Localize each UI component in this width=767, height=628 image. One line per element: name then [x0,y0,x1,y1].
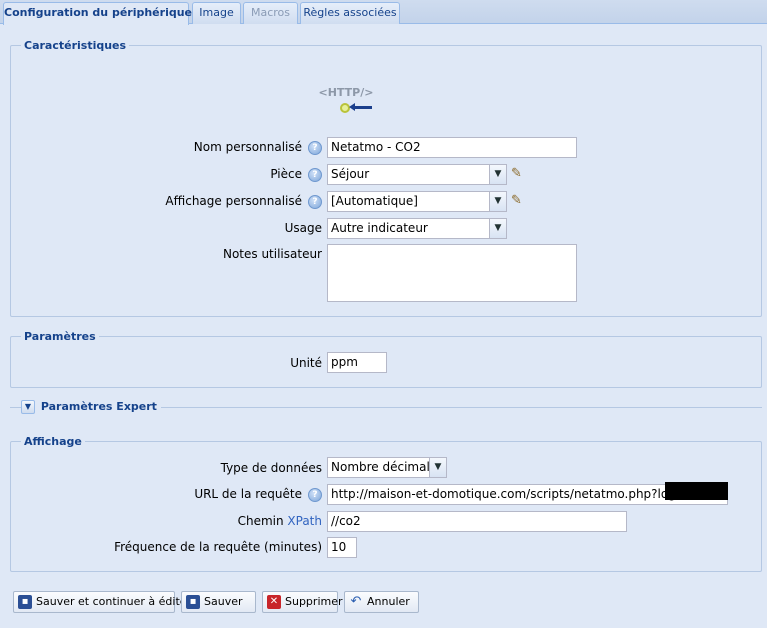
piece-select[interactable]: Séjour ▼ [327,164,507,185]
nom-input[interactable]: Netatmo - CO2 [327,137,577,158]
http-device-icon: <HTTP/> [318,86,374,116]
piece-select-value: Séjour [331,167,370,181]
affichage-legend: Affichage [21,435,85,448]
cancel-label: Annuler [367,595,410,608]
floppy-disk-icon: ▪ [18,595,32,609]
nom-label: Nom personnalisé [193,140,302,154]
save-continue-label: Sauver et continuer à éditer [36,595,192,608]
type-donnees-select[interactable]: Nombre décimal ▼ [327,457,447,478]
tab-configuration[interactable]: Configuration du périphérique [3,2,192,25]
cancel-button[interactable]: ↶ Annuler [344,591,419,613]
expand-icon[interactable]: ▼ [21,400,35,414]
help-icon[interactable]: ? [308,168,322,182]
parametres-legend: Paramètres [21,330,99,343]
url-label: URL de la requête [194,487,302,501]
pencil-icon[interactable]: ✎ [511,193,527,209]
notes-label: Notes utilisateur [222,247,322,261]
affichage-perso-label: Affichage personnalisé [165,194,302,208]
expert-toggle[interactable]: ▼ Paramètres Expert [21,400,161,415]
chevron-down-icon[interactable]: ▼ [429,458,446,477]
usage-select[interactable]: Autre indicateur ▼ [327,218,507,239]
caracteristiques-legend: Caractéristiques [21,39,130,52]
affichage-perso-value: [Automatique] [331,194,418,208]
arrow-left-icon [352,106,372,109]
floppy-disk-icon: ▪ [186,595,200,609]
xpath-link[interactable]: XPath [287,514,322,528]
tab-macros: Macros [243,2,298,24]
delete-label: Supprimer [285,595,343,608]
unite-input[interactable]: ppm [327,352,387,373]
arrow-head [349,103,355,111]
chemin-label-row: Chemin XPath [0,514,322,528]
notes-textarea[interactable] [327,244,577,302]
tab-image[interactable]: Image [192,2,241,24]
type-donnees-label: Type de données [220,461,322,475]
tab-regles-associees[interactable]: Règles associées [300,2,400,24]
usage-select-value: Autre indicateur [331,221,428,235]
save-label: Sauver [204,595,243,608]
chevron-down-icon[interactable]: ▼ [489,219,506,238]
help-icon[interactable]: ? [308,141,322,155]
save-continue-button[interactable]: ▪ Sauver et continuer à éditer [13,591,191,613]
save-button[interactable]: ▪ Sauver [181,591,256,613]
piece-label: Pièce [270,167,302,181]
http-icon-label: <HTTP/> [318,86,374,99]
chevron-down-icon[interactable]: ▼ [489,192,506,211]
frequence-label: Fréquence de la requête (minutes) [114,540,322,554]
usage-label: Usage [284,221,322,235]
frequence-input[interactable]: 10 [327,537,357,558]
undo-arrow-icon: ↶ [350,594,362,609]
affichage-perso-select[interactable]: [Automatique] ▼ [327,191,507,212]
delete-x-icon: ✕ [267,595,281,609]
tab-bar: Configuration du périphérique Image Macr… [0,0,767,25]
help-icon[interactable]: ? [308,488,322,502]
delete-button[interactable]: ✕ Supprimer [262,591,343,613]
unite-label: Unité [290,356,322,370]
redaction-block [665,482,728,500]
type-donnees-value: Nombre décimal [331,460,430,474]
chemin-label: Chemin [237,514,284,528]
pencil-icon[interactable]: ✎ [511,166,527,182]
chemin-input[interactable]: //co2 [327,511,627,532]
help-icon[interactable]: ? [308,195,322,209]
expert-label[interactable]: Paramètres Expert [41,400,157,413]
chevron-down-icon[interactable]: ▼ [489,165,506,184]
